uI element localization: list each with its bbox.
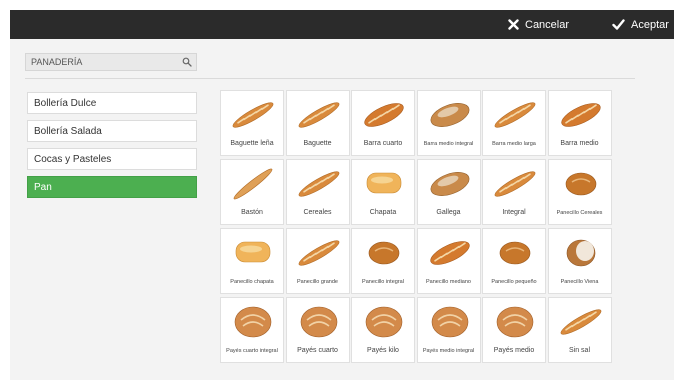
bread-icon	[365, 306, 403, 338]
product-label: Panecillo mediano	[426, 278, 471, 285]
product-tile[interactable]: Payés medio	[482, 297, 546, 363]
top-toolbar: Cancelar Aceptar	[10, 10, 674, 39]
product-label: Panecillo Viena	[560, 278, 599, 285]
product-tile[interactable]: Payés cuarto integral	[220, 297, 284, 363]
product-tile[interactable]: Panecillo pequeño	[482, 228, 546, 294]
search-input[interactable]	[26, 54, 176, 70]
bread-icon	[566, 239, 595, 267]
bread-icon	[235, 241, 271, 263]
product-label: Panecillo Cereales	[556, 209, 603, 216]
category-item[interactable]: Bollería Salada	[27, 120, 197, 142]
product-tile[interactable]: Integral	[482, 159, 546, 225]
bread-icon	[366, 172, 402, 194]
product-tile[interactable]: Panecillo chapata	[220, 228, 284, 294]
product-tile[interactable]: Panecillo grande	[285, 228, 350, 294]
bread-icon	[232, 102, 274, 128]
bread-icon	[298, 102, 339, 128]
bread-icon	[431, 306, 468, 338]
bread-icon	[298, 240, 339, 266]
product-label: Barra medio	[560, 140, 599, 147]
product-label: Payés cuarto integral	[226, 347, 278, 354]
product-tile[interactable]: Payés kilo	[351, 297, 415, 363]
product-tile[interactable]: Barra cuarto	[351, 90, 415, 156]
close-icon	[508, 19, 519, 30]
product-label: Sin sal	[568, 347, 590, 354]
bread-icon	[300, 306, 337, 338]
bread-icon	[364, 103, 404, 127]
product-label: Baguette leña	[230, 140, 274, 147]
product-label: Payés medio integral	[422, 347, 475, 354]
product-tile[interactable]: Panecillo integral	[351, 228, 415, 294]
product-label: Integral	[502, 209, 526, 216]
search-icon[interactable]	[182, 57, 192, 67]
bread-icon	[430, 172, 469, 196]
product-label: Barra medio integral	[423, 140, 474, 147]
bread-icon	[494, 102, 536, 128]
bread-icon	[233, 168, 273, 200]
product-tile[interactable]: Payés medio integral	[416, 297, 481, 363]
product-label: Panecillo grande	[297, 278, 338, 285]
product-tile[interactable]: Baguette	[285, 90, 350, 156]
product-label: Payés medio	[493, 347, 535, 354]
product-tile[interactable]: Panecillo mediano	[416, 228, 481, 294]
product-label: Panecillo pequeño	[491, 278, 537, 285]
bread-icon	[494, 171, 536, 197]
product-label: Panecillo chapata	[230, 278, 274, 285]
bread-icon	[560, 103, 601, 127]
product-tile[interactable]: Payés cuarto	[285, 297, 350, 363]
product-label: Barra medio larga	[492, 140, 536, 147]
bread-icon	[499, 241, 531, 265]
bread-icon	[368, 241, 400, 265]
product-tile[interactable]: Gallega	[416, 159, 481, 225]
bread-icon	[565, 172, 596, 196]
bread-icon	[496, 306, 534, 338]
product-tile[interactable]: Barra medio	[547, 90, 612, 156]
product-label: Chapata	[369, 209, 397, 216]
product-label: Cereales	[303, 209, 332, 216]
divider	[25, 78, 635, 79]
cancel-label: Cancelar	[525, 18, 570, 31]
accept-label: Aceptar	[631, 18, 669, 31]
product-tile[interactable]: Bastón	[220, 159, 284, 225]
product-label: Baguette	[303, 140, 332, 147]
search-box	[25, 53, 197, 71]
category-item[interactable]: Pan	[27, 176, 197, 198]
product-tile[interactable]: Sin sal	[547, 297, 612, 363]
product-tile[interactable]: Barra medio larga	[482, 90, 546, 156]
accept-button[interactable]: Aceptar	[612, 10, 669, 39]
cancel-button[interactable]: Cancelar	[508, 10, 569, 39]
category-item[interactable]: Cocas y Pasteles	[27, 148, 197, 170]
product-tile[interactable]: Baguette leña	[220, 90, 284, 156]
product-tile[interactable]: Chapata	[351, 159, 415, 225]
product-tile[interactable]: Cereales	[285, 159, 350, 225]
bread-icon	[560, 309, 601, 335]
checkmark-icon	[612, 19, 625, 30]
product-label: Gallega	[436, 209, 461, 216]
product-label: Panecillo integral	[362, 278, 404, 285]
product-tile[interactable]: Panecillo Cereales	[547, 159, 612, 225]
bread-icon	[430, 103, 469, 127]
product-label: Payés cuarto	[297, 347, 338, 354]
product-label: Barra cuarto	[363, 140, 403, 147]
bread-icon	[234, 306, 272, 338]
category-item[interactable]: Bollería Dulce	[27, 92, 197, 114]
bread-icon	[298, 171, 339, 197]
bread-icon	[429, 241, 470, 265]
product-label: Payés kilo	[367, 347, 399, 354]
product-tile[interactable]: Panecillo Viena	[547, 228, 612, 294]
product-label: Bastón	[241, 209, 263, 216]
product-tile[interactable]: Barra medio integral	[416, 90, 481, 156]
